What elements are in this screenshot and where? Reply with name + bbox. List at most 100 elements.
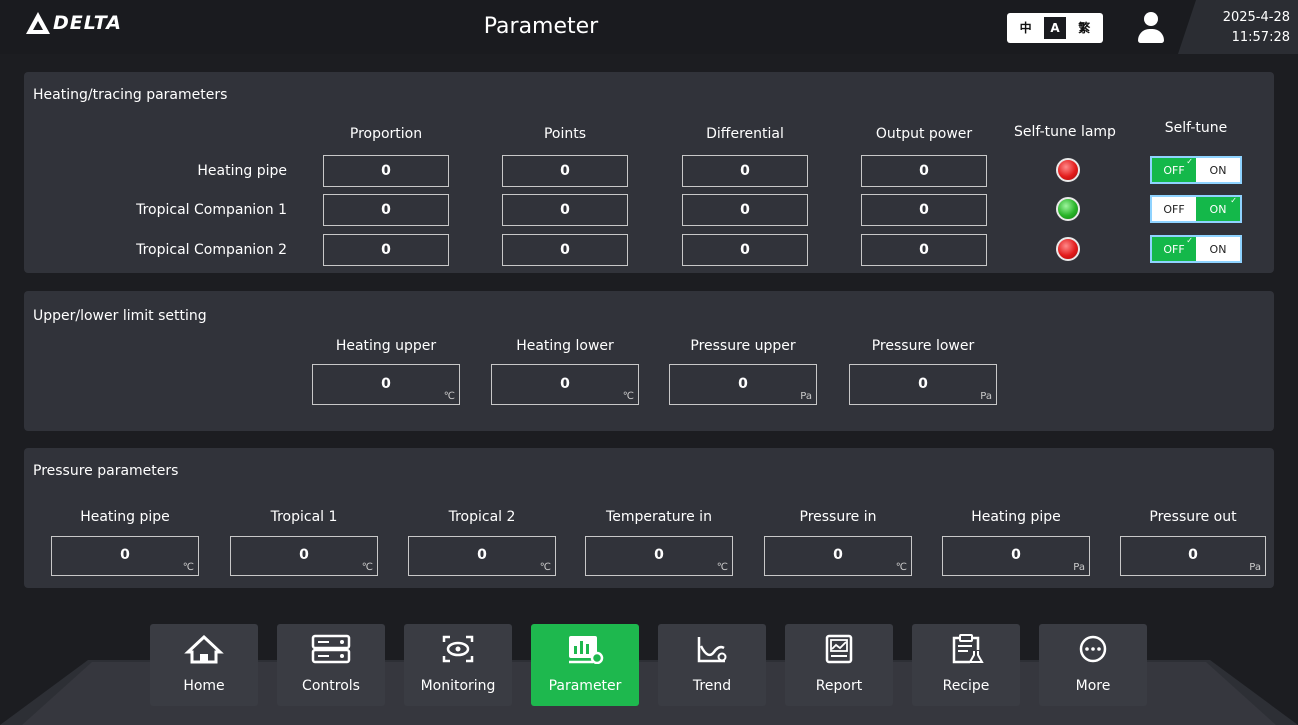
label-heating-pipe: Heating pipe (80, 509, 170, 525)
differential-input[interactable]: 0 (682, 155, 808, 187)
unit: Pa (1073, 562, 1085, 573)
nav-controls[interactable]: Controls (277, 624, 385, 706)
tropical-1-input[interactable]: 0 ℃ (230, 536, 378, 576)
nav-recipe[interactable]: Recipe (912, 624, 1020, 706)
nav-more[interactable]: More (1039, 624, 1147, 706)
language-option-traditional[interactable]: 繁 (1073, 17, 1095, 39)
panel-title: Heating/tracing parameters (33, 87, 228, 103)
column-header-differential: Differential (706, 126, 784, 142)
output-power-input[interactable]: 0 (861, 234, 987, 266)
pressure-upper-input[interactable]: 0 Pa (669, 364, 817, 405)
nav-label: Parameter (548, 678, 622, 694)
unit: ℃ (182, 562, 194, 573)
column-header-proportion: Proportion (349, 126, 423, 142)
toggle-on-option[interactable]: ON (1196, 158, 1240, 182)
output-power-input[interactable]: 0 (861, 155, 987, 187)
toggle-on-option[interactable]: ON (1196, 237, 1240, 261)
column-header-points: Points (543, 126, 587, 142)
nav-label: Trend (692, 678, 732, 694)
proportion-input[interactable]: 0 (323, 155, 449, 187)
unit: ℃ (361, 562, 373, 573)
clock-time: 11:57:28 (1231, 30, 1290, 45)
value: 0 (1188, 547, 1198, 563)
unit: ℃ (539, 562, 551, 573)
self-tune-lamp-red (1056, 158, 1080, 182)
clock-panel: 2025-4-28 11:57:28 (1178, 0, 1298, 54)
label-heating-upper: Heating upper (335, 338, 437, 354)
page-title: Parameter (483, 14, 599, 39)
points-input[interactable]: 0 (502, 155, 628, 187)
value: 0 (120, 547, 130, 563)
differential-input[interactable]: 0 (682, 194, 808, 226)
unit: ℃ (622, 391, 634, 402)
nav-monitoring[interactable]: Monitoring (404, 624, 512, 706)
self-tune-toggle[interactable]: OFF ON (1150, 156, 1242, 184)
label-tropical-1: Tropical 1 (270, 509, 338, 525)
value: 0 (1011, 547, 1021, 563)
pressure-lower-input[interactable]: 0 Pa (849, 364, 997, 405)
toggle-on-option[interactable]: ON (1196, 196, 1240, 221)
nav-report[interactable]: Report (785, 624, 893, 706)
language-switcher: 中 A 繁 (1007, 13, 1103, 43)
label-pressure-upper: Pressure upper (690, 338, 796, 354)
label-pressure-in: Pressure in (799, 509, 877, 525)
points-input[interactable]: 0 (502, 234, 628, 266)
value: 0 (299, 547, 309, 563)
heating-upper-input[interactable]: 0 ℃ (312, 364, 460, 405)
heating-pipe-pa-input[interactable]: 0 Pa (942, 536, 1090, 576)
self-tune-toggle[interactable]: OFF ON (1150, 235, 1242, 263)
self-tune-toggle[interactable]: OFF ON (1150, 195, 1242, 223)
differential-input[interactable]: 0 (682, 234, 808, 266)
nav-label: Controls (302, 678, 360, 694)
language-option-simplified[interactable]: 中 (1015, 17, 1037, 39)
unit: Pa (1249, 562, 1261, 573)
proportion-input[interactable]: 0 (323, 194, 449, 226)
label-tropical-2: Tropical 2 (448, 509, 516, 525)
value: 0 (918, 376, 928, 392)
toggle-off-option[interactable]: OFF (1152, 197, 1196, 221)
label-heating-lower: Heating lower (516, 338, 614, 354)
user-icon[interactable] (1138, 12, 1164, 46)
value: 0 (654, 547, 664, 563)
pressure-parameters-panel: Pressure parameters Heating pipe Tropica… (24, 448, 1274, 588)
pressure-out-input[interactable]: 0 Pa (1120, 536, 1266, 576)
temperature-in-input[interactable]: 0 ℃ (585, 536, 733, 576)
self-tune-lamp-red (1056, 237, 1080, 261)
value: 0 (381, 376, 391, 392)
nav-label: More (1075, 678, 1111, 694)
nav-trend[interactable]: Trend (658, 624, 766, 706)
points-input[interactable]: 0 (502, 194, 628, 226)
column-header-self-tune: Self-tune (1164, 120, 1228, 136)
row-label: Tropical Companion 1 (136, 202, 287, 218)
heating-lower-input[interactable]: 0 ℃ (491, 364, 639, 405)
label-heating-pipe-pa: Heating pipe (971, 509, 1061, 525)
nav-label: Home (183, 678, 225, 694)
unit: ℃ (716, 562, 728, 573)
report-icon (825, 634, 853, 664)
panel-title: Upper/lower limit setting (33, 308, 207, 324)
tropical-2-input[interactable]: 0 ℃ (408, 536, 556, 576)
nav-parameter[interactable]: Parameter (531, 624, 639, 706)
value: 0 (738, 376, 748, 392)
heating-tracing-panel: Heating/tracing parameters Proportion Po… (24, 72, 1274, 273)
trend-icon (697, 637, 727, 663)
nav-label: Report (815, 678, 863, 694)
parameter-icon (569, 636, 604, 664)
heating-pipe-input[interactable]: 0 ℃ (51, 536, 199, 576)
language-option-english[interactable]: A (1043, 17, 1066, 39)
limit-setting-panel: Upper/lower limit setting Heating upper … (24, 291, 1274, 431)
nav-home[interactable]: Home (150, 624, 258, 706)
recipe-icon (952, 634, 984, 664)
nav-label: Monitoring (420, 678, 496, 694)
proportion-input[interactable]: 0 (323, 234, 449, 266)
monitoring-icon (442, 635, 474, 663)
pressure-in-input[interactable]: 0 ℃ (764, 536, 912, 576)
unit: Pa (800, 391, 812, 402)
unit: ℃ (443, 391, 455, 402)
output-power-input[interactable]: 0 (861, 194, 987, 226)
unit: Pa (980, 391, 992, 402)
unit: ℃ (895, 562, 907, 573)
panel-title: Pressure parameters (33, 463, 179, 479)
toggle-off-option[interactable]: OFF (1152, 236, 1196, 261)
toggle-off-option[interactable]: OFF (1152, 157, 1196, 182)
